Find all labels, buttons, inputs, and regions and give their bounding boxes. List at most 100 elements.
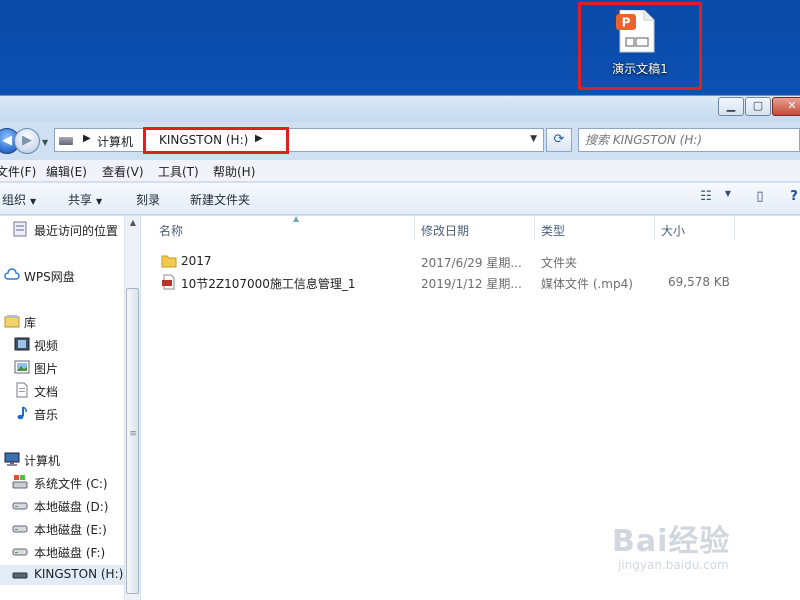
close-icon: ✕ xyxy=(787,99,797,112)
sidebar-item-computer[interactable]: 计算机 xyxy=(0,450,124,470)
recent-pages-dropdown-icon[interactable]: ▼ xyxy=(42,138,48,147)
drive-icon xyxy=(12,497,28,513)
maximize-button[interactable]: ▢ xyxy=(745,97,771,116)
sidebar-item-library[interactable]: 库 xyxy=(0,312,124,332)
sidebar-item-label: 图片 xyxy=(34,362,59,376)
explorer-window: ▁ ▢ ✕ ◀ ▶ ▼ ▶ 计算机 KINGSTON (H:) ▶ ▼ ⟳ 文件… xyxy=(0,95,800,600)
column-header-name[interactable]: 名称 ▲ xyxy=(153,214,415,240)
presentation-file-icon: P xyxy=(616,10,655,53)
usb-drive-icon xyxy=(12,566,28,582)
burn-button[interactable]: 刻录 xyxy=(136,191,160,208)
scrollbar-thumb[interactable]: ≡ xyxy=(126,288,139,594)
maximize-icon: ▢ xyxy=(752,99,764,112)
share-button[interactable]: 共享 ▼ xyxy=(68,191,102,208)
sidebar-item-kingston[interactable]: KINGSTON (H:) xyxy=(0,565,124,585)
search-box[interactable] xyxy=(578,128,800,152)
baidu-watermark: Bai经验 jingyan.baidu.com xyxy=(612,516,792,586)
sidebar-item-drive-f[interactable]: 本地磁盘 (F:) xyxy=(0,542,124,562)
close-button[interactable]: ✕ xyxy=(772,97,800,116)
desktop-icon-label: 演示文稿1 xyxy=(612,62,668,76)
sidebar-item-label: 系统文件 (C:) xyxy=(34,477,108,491)
breadcrumb-current-drive[interactable]: KINGSTON (H:) xyxy=(159,133,248,147)
organize-label: 组织 xyxy=(2,193,27,207)
watermark-brand: Bai经验 xyxy=(612,524,731,559)
sidebar-item-label: 库 xyxy=(24,316,37,330)
address-dropdown-icon[interactable]: ▼ xyxy=(530,134,537,144)
system-drive-icon xyxy=(12,474,28,490)
chevron-down-icon: ▼ xyxy=(96,197,103,206)
column-header-modified[interactable]: 修改日期 xyxy=(415,216,535,240)
file-modified: 2019/1/12 星期... xyxy=(421,277,522,291)
menu-bar: 文件(F) 编辑(E) 查看(V) 工具(T) 帮助(H) xyxy=(0,160,800,182)
file-modified: 2017/6/29 星期... xyxy=(421,256,522,270)
cloud-icon xyxy=(4,267,20,283)
file-row-folder-2017[interactable]: 2017 2017/6/29 星期... 文件夹 xyxy=(141,250,800,272)
minimize-icon: ▁ xyxy=(726,99,736,112)
navigation-bar: ◀ ▶ ▼ ▶ 计算机 KINGSTON (H:) ▶ ▼ ⟳ xyxy=(0,124,800,156)
sidebar-item-documents[interactable]: 文档 xyxy=(0,381,124,401)
file-type: 媒体文件 (.mp4) xyxy=(541,277,633,291)
refresh-icon: ⟳ xyxy=(553,132,565,147)
drive-icon xyxy=(59,137,73,145)
sidebar-item-recent[interactable]: 最近访问的位置 xyxy=(0,220,124,240)
search-input[interactable] xyxy=(585,132,785,148)
column-header-size[interactable]: 大小 xyxy=(655,216,735,240)
desktop-presentation-icon[interactable]: P 演示文稿1 xyxy=(590,8,690,84)
column-header-label: 大小 xyxy=(661,224,686,238)
chevron-down-icon: ▼ xyxy=(30,197,37,206)
file-row-video[interactable]: 10节2Z107000施工信息管理_1 2019/1/12 星期... 媒体文件… xyxy=(141,271,800,293)
svg-text:P: P xyxy=(622,16,631,30)
sidebar-item-label: WPS网盘 xyxy=(24,270,75,284)
new-folder-button[interactable]: 新建文件夹 xyxy=(190,191,250,208)
scroll-up-icon[interactable]: ▲ xyxy=(125,218,141,227)
window-titlebar[interactable]: ▁ ▢ ✕ xyxy=(0,96,800,122)
sidebar-item-label: 计算机 xyxy=(24,454,61,468)
file-name: 10节2Z107000施工信息管理_1 xyxy=(181,277,356,291)
sidebar-item-label: KINGSTON (H:) xyxy=(34,567,124,581)
forward-button[interactable]: ▶ xyxy=(14,128,40,154)
sidebar-item-music[interactable]: 音乐 xyxy=(0,404,124,424)
watermark-url: jingyan.baidu.com xyxy=(618,558,729,572)
menu-edit[interactable]: 编辑(E) xyxy=(46,163,87,180)
sidebar-item-wps-cloud[interactable]: WPS网盘 xyxy=(0,266,124,286)
sidebar-item-pictures[interactable]: 图片 xyxy=(0,358,124,378)
sidebar-item-label: 本地磁盘 (D:) xyxy=(34,500,109,514)
command-toolbar: 组织 ▼ 共享 ▼ 刻录 新建文件夹 ☷ ▼ ▯ ? xyxy=(0,183,800,215)
change-view-icon[interactable]: ☷ xyxy=(696,189,716,209)
navigation-scrollbar[interactable]: ▲ ≡ xyxy=(124,216,140,600)
menu-help[interactable]: 帮助(H) xyxy=(213,163,255,180)
preview-pane-icon[interactable]: ▯ xyxy=(750,189,770,209)
file-type: 文件夹 xyxy=(541,256,578,270)
help-icon[interactable]: ? xyxy=(784,189,800,209)
forward-arrow-icon: ▶ xyxy=(22,133,32,148)
view-dropdown-icon[interactable]: ▼ xyxy=(718,189,738,209)
video-file-icon xyxy=(161,274,177,290)
navigation-pane: 最近访问的位置 WPS网盘 库 视频 图片 文档 音乐 计算机 系统文件 (C:… xyxy=(0,216,140,600)
sidebar-item-label: 视频 xyxy=(34,339,59,353)
address-bar[interactable]: ▶ 计算机 KINGSTON (H:) ▶ ▼ xyxy=(54,128,544,152)
breadcrumb-separator-icon[interactable]: ▶ xyxy=(255,133,263,144)
sort-ascending-icon: ▲ xyxy=(293,214,300,223)
video-icon xyxy=(14,336,30,352)
document-icon xyxy=(14,382,30,398)
menu-view[interactable]: 查看(V) xyxy=(102,163,144,180)
folder-icon xyxy=(161,253,177,269)
sidebar-item-drive-e[interactable]: 本地磁盘 (E:) xyxy=(0,519,124,539)
menu-file[interactable]: 文件(F) xyxy=(0,163,36,180)
sidebar-item-label: 最近访问的位置 xyxy=(34,224,119,238)
breadcrumb-separator-icon[interactable]: ▶ xyxy=(83,133,91,144)
file-size: 69,578 KB xyxy=(668,275,730,289)
column-header-label: 修改日期 xyxy=(421,224,470,238)
menu-tools[interactable]: 工具(T) xyxy=(158,163,199,180)
organize-button[interactable]: 组织 ▼ xyxy=(2,191,36,208)
column-header-label: 类型 xyxy=(541,224,566,238)
sidebar-item-drive-c[interactable]: 系统文件 (C:) xyxy=(0,473,124,493)
sidebar-item-videos[interactable]: 视频 xyxy=(0,335,124,355)
sidebar-item-label: 文档 xyxy=(34,385,59,399)
breadcrumb-computer[interactable]: 计算机 xyxy=(97,133,133,150)
music-icon xyxy=(14,405,30,421)
minimize-button[interactable]: ▁ xyxy=(718,97,744,116)
refresh-button[interactable]: ⟳ xyxy=(546,128,572,152)
sidebar-item-drive-d[interactable]: 本地磁盘 (D:) xyxy=(0,496,124,516)
column-header-type[interactable]: 类型 xyxy=(535,216,655,240)
